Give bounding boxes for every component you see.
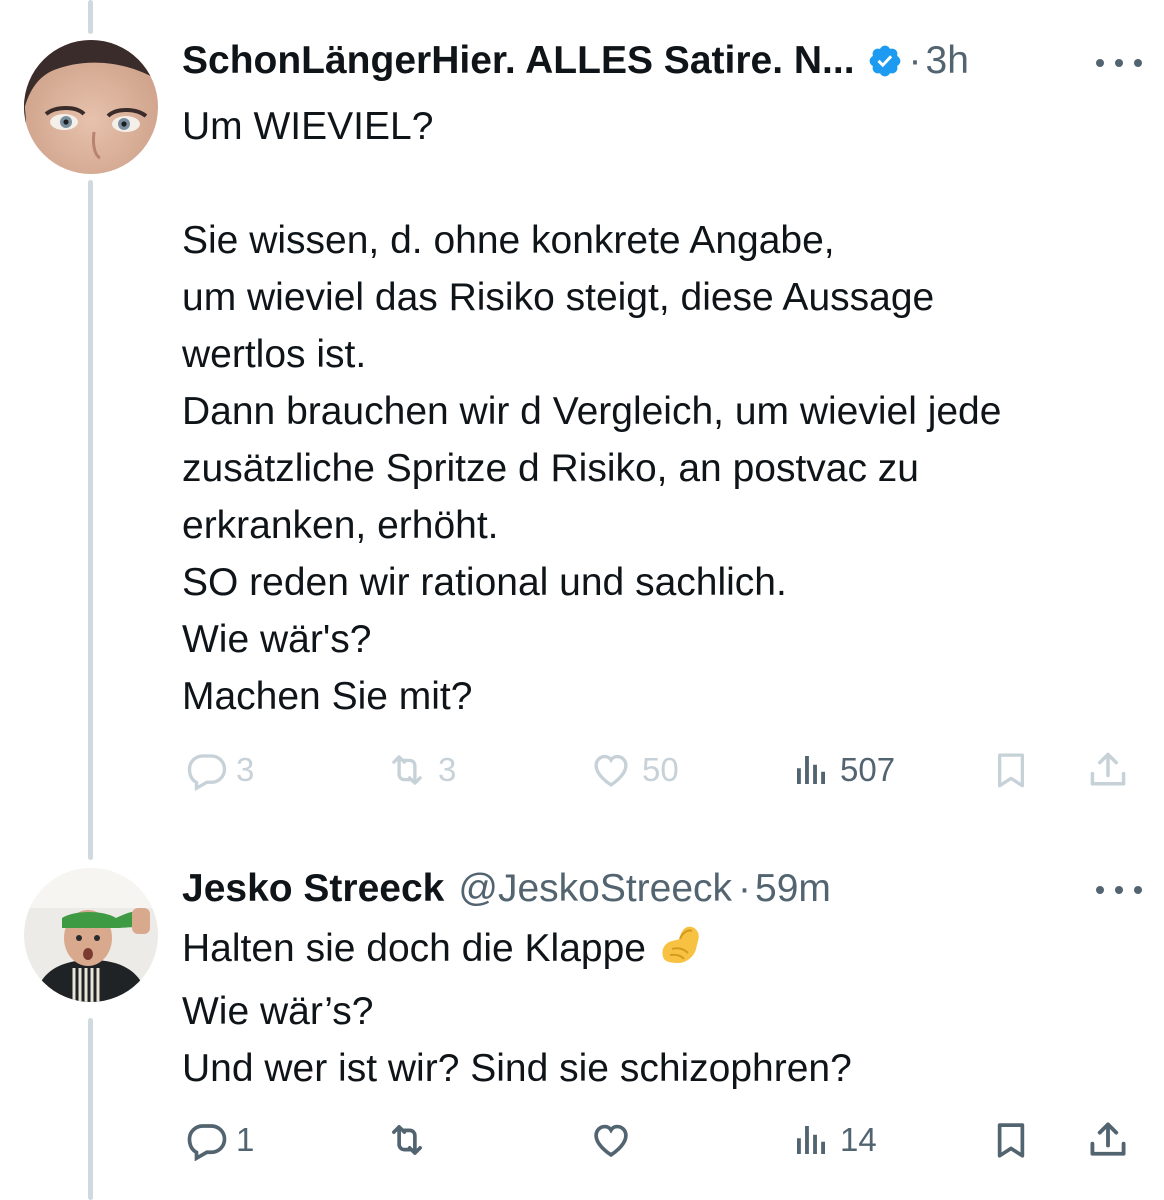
tweet1-header: SchonLängerHier. ALLES Satire. N... · 3h bbox=[182, 36, 1144, 86]
tweet1-more-dots-icon[interactable] bbox=[1096, 53, 1142, 73]
tweet2-header: Jesko Streeck @JeskoStreeck · 59m bbox=[182, 864, 1144, 914]
tweet1-line: SO reden wir rational und sachlich. bbox=[182, 561, 787, 604]
bar-chart-icon bbox=[797, 1126, 825, 1154]
tweet1-bookmark-button[interactable] bbox=[990, 747, 1032, 793]
share-icon bbox=[1090, 752, 1126, 786]
tweet2-text: Halten sie doch die Klappe Wie wär’s? Un… bbox=[182, 920, 1142, 1097]
bookmark-icon bbox=[997, 1123, 1025, 1158]
tweet1-reply-count: 3 bbox=[236, 751, 255, 788]
tweet1-line: zusätzliche Spritze d Risiko, an postvac… bbox=[182, 447, 920, 490]
pinched-fingers-emoji bbox=[656, 921, 706, 983]
tweet1-actions: 3 3 50 507 bbox=[182, 745, 1134, 795]
tweet1-timestamp[interactable]: 3h bbox=[926, 39, 969, 83]
tweet1-repost-button[interactable]: 3 bbox=[384, 749, 456, 791]
tweet1-line: Sie wissen, d. ohne konkrete Angabe, bbox=[182, 219, 835, 262]
tweet1-line: Wie wär's? bbox=[182, 618, 372, 661]
tweet2-author-name[interactable]: Jesko Streeck bbox=[182, 867, 444, 911]
tweet2-views-button[interactable]: 14 bbox=[790, 1119, 877, 1161]
tweet2-reply-button[interactable]: 1 bbox=[186, 1119, 254, 1161]
tweet2-author-handle[interactable]: @JeskoStreeck bbox=[458, 867, 732, 911]
tweet1-line: Dann brauchen wir d Vergleich, um wievie… bbox=[182, 390, 1002, 433]
tweet1-reply-button[interactable]: 3 bbox=[186, 749, 254, 791]
reply-bubble-icon bbox=[187, 754, 227, 791]
bar-chart-icon bbox=[797, 756, 825, 784]
repost-arrows-icon bbox=[392, 1125, 422, 1155]
heart-icon bbox=[594, 754, 628, 787]
tweet2-line: Wie wär’s? bbox=[182, 990, 374, 1033]
tweet2-repost-button[interactable] bbox=[384, 1119, 430, 1161]
tweet1-line: wertlos ist. bbox=[182, 333, 367, 376]
tweet1-author-name[interactable]: SchonLängerHier. ALLES Satire. N... bbox=[182, 39, 855, 83]
thread-line-middle bbox=[88, 180, 93, 860]
tweet2-view-count: 14 bbox=[840, 1121, 877, 1158]
tweet1-separator: · bbox=[908, 39, 922, 82]
thread-line-bottom bbox=[88, 1018, 93, 1200]
tweet1-views-button[interactable]: 507 bbox=[790, 749, 895, 791]
reply-bubble-icon bbox=[187, 1124, 227, 1161]
verified-badge-icon[interactable] bbox=[867, 43, 903, 79]
tweet2-line: Halten sie doch die Klappe bbox=[182, 920, 1142, 983]
tweet1-like-button[interactable]: 50 bbox=[588, 749, 679, 791]
tweet1-line: Machen Sie mit? bbox=[182, 675, 473, 718]
tweet2-like-button[interactable] bbox=[588, 1119, 634, 1161]
tweet1-line: erkranken, erhöht. bbox=[182, 504, 499, 547]
tweet2-separator: · bbox=[738, 867, 752, 910]
bookmark-icon bbox=[997, 753, 1025, 788]
avatar-jesko-streeck[interactable] bbox=[24, 868, 158, 1002]
tweet1-line: um wieviel das Risiko steigt, diese Auss… bbox=[182, 276, 935, 319]
tweet1-like-count: 50 bbox=[642, 751, 679, 788]
tweet2-more-dots-icon[interactable] bbox=[1096, 880, 1142, 900]
heart-icon bbox=[594, 1124, 628, 1158]
tweet2-line: Und wer ist wir? Sind sie schizophren? bbox=[182, 1047, 852, 1090]
tweet2-bookmark-button[interactable] bbox=[990, 1117, 1032, 1163]
thread-line-top bbox=[88, 0, 93, 34]
tweet1-text: Um WIEVIEL? Sie wissen, d. ohne konkrete… bbox=[182, 98, 1142, 725]
tweet1-view-count: 507 bbox=[840, 751, 896, 788]
tweet2-share-button[interactable] bbox=[1086, 1118, 1130, 1162]
tweet2-timestamp[interactable]: 59m bbox=[755, 867, 831, 911]
tweet1-line bbox=[182, 155, 1142, 212]
tweet2-line-text: Halten sie doch die Klappe bbox=[182, 927, 646, 970]
repost-arrows-icon bbox=[392, 755, 422, 785]
tweet2-actions: 1 14 bbox=[182, 1115, 1134, 1165]
tweet1-line: Um WIEVIEL? bbox=[182, 105, 434, 148]
tweet1-repost-count: 3 bbox=[438, 751, 457, 788]
tweet2-reply-count: 1 bbox=[236, 1121, 255, 1158]
tweet1-share-button[interactable] bbox=[1086, 748, 1130, 792]
avatar-schonlaengerhier[interactable] bbox=[24, 40, 158, 174]
share-icon bbox=[1090, 1122, 1126, 1156]
